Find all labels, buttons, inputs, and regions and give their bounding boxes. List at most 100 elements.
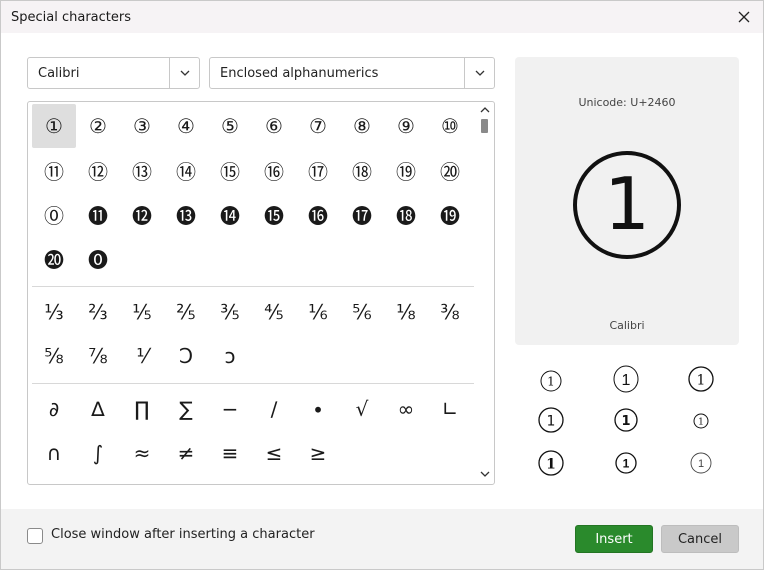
character-cell[interactable]: ∟ [428, 387, 472, 431]
variant-glyph[interactable]: 1 [531, 445, 571, 481]
character-cell[interactable]: ⑱ [340, 148, 384, 192]
character-cell[interactable]: Ↄ [164, 334, 208, 378]
variant-digit: 1 [698, 418, 704, 428]
character-cell[interactable]: ② [76, 104, 120, 148]
character-cell[interactable]: ⅔ [76, 290, 120, 334]
close-button[interactable] [731, 5, 757, 29]
character-cell[interactable]: ⅝ [32, 334, 76, 378]
block-select-value: Enclosed alphanumerics [220, 65, 379, 81]
character-cell[interactable]: ⑥ [252, 104, 296, 148]
character-cell[interactable]: ≈ [120, 431, 164, 475]
character-cell[interactable]: ⓿ [76, 236, 120, 280]
block-select-dropdown[interactable] [464, 58, 494, 88]
character-cell[interactable]: ⅖ [164, 290, 208, 334]
scrollbar-thumb[interactable] [481, 119, 488, 133]
character-cell[interactable]: ⓳ [428, 192, 472, 236]
character-cell[interactable]: ⅓ [32, 290, 76, 334]
scroll-down-icon[interactable] [480, 471, 490, 478]
variant-glyph[interactable]: 1 [681, 403, 721, 439]
character-cell[interactable]: ⓮ [208, 192, 252, 236]
character-cell[interactable]: ⑰ [296, 148, 340, 192]
font-select-dropdown[interactable] [169, 58, 199, 88]
circled-one-icon: 1 [614, 408, 638, 432]
character-cell[interactable]: ⅛ [384, 290, 428, 334]
character-cell[interactable]: ⑲ [384, 148, 428, 192]
character-cell[interactable]: ⓯ [252, 192, 296, 236]
close-after-insert-checkbox[interactable] [27, 528, 43, 544]
character-cell[interactable]: ∆ [76, 387, 120, 431]
character-cell[interactable]: ∏ [120, 387, 164, 431]
font-select[interactable]: Calibri [27, 57, 200, 89]
character-cell[interactable]: ⓲ [384, 192, 428, 236]
character-cell[interactable]: ⓬ [120, 192, 164, 236]
vertical-scrollbar[interactable] [476, 102, 494, 484]
variant-glyph[interactable]: 1 [606, 445, 646, 481]
character-cell[interactable]: ≤ [252, 431, 296, 475]
character-cell[interactable]: ⓪ [32, 192, 76, 236]
character-cell[interactable]: ⓭ [164, 192, 208, 236]
group-separator [32, 383, 474, 384]
character-cell[interactable]: ∩ [32, 431, 76, 475]
character-cell[interactable]: ⑯ [252, 148, 296, 192]
character-cell[interactable]: ⑪ [32, 148, 76, 192]
character-preview: Unicode: U+2460 1 Calibri [515, 57, 739, 345]
character-cell[interactable]: ⓰ [296, 192, 340, 236]
variant-digit: 1 [622, 372, 631, 389]
character-cell[interactable]: ⑳ [428, 148, 472, 192]
character-cell[interactable]: ≥ [296, 431, 340, 475]
character-cell[interactable]: ⑦ [296, 104, 340, 148]
font-select-value: Calibri [38, 65, 80, 81]
character-cell[interactable]: ⑩ [428, 104, 472, 148]
variant-glyph[interactable]: 1 [531, 363, 571, 399]
cancel-button[interactable]: Cancel [661, 525, 739, 553]
character-cell[interactable]: ∂ [32, 387, 76, 431]
character-cell[interactable]: ⅜ [428, 290, 472, 334]
character-cell[interactable]: ③ [120, 104, 164, 148]
close-after-insert-label: Close window after inserting a character [51, 527, 315, 542]
character-cell[interactable]: ⅘ [252, 290, 296, 334]
character-cell[interactable]: ④ [164, 104, 208, 148]
character-cell[interactable]: ≡ [208, 431, 252, 475]
character-cell[interactable]: ⅙ [296, 290, 340, 334]
character-cell[interactable]: ↄ [208, 334, 252, 378]
character-cell[interactable]: − [208, 387, 252, 431]
character-cell[interactable]: ⓫ [76, 192, 120, 236]
variant-glyph[interactable]: 1 [606, 402, 646, 438]
block-select[interactable]: Enclosed alphanumerics [209, 57, 495, 89]
character-cell[interactable]: ⅗ [208, 290, 252, 334]
insert-button[interactable]: Insert [575, 525, 653, 553]
circled-one-icon: 1 [540, 370, 562, 392]
variant-glyph[interactable]: 1 [681, 445, 721, 481]
character-cell[interactable]: ⑬ [120, 148, 164, 192]
scroll-up-icon[interactable] [480, 106, 490, 113]
character-cell[interactable]: √ [340, 387, 384, 431]
variant-digit: 1 [547, 414, 556, 430]
character-cell[interactable]: ≠ [164, 431, 208, 475]
character-cell[interactable]: ⓱ [340, 192, 384, 236]
window-title: Special characters [11, 9, 131, 25]
character-cell[interactable]: ⑮ [208, 148, 252, 192]
variant-glyph[interactable]: 1 [606, 361, 646, 397]
variant-digit: 1 [698, 458, 704, 470]
character-cell[interactable]: ⅚ [340, 290, 384, 334]
character-cell[interactable]: ⑨ [384, 104, 428, 148]
character-cell[interactable]: ⑭ [164, 148, 208, 192]
character-cell[interactable]: ⑫ [76, 148, 120, 192]
character-cell[interactable]: ⅕ [120, 290, 164, 334]
character-cell[interactable]: ⓴ [32, 236, 76, 280]
character-cell[interactable]: ∙ [296, 387, 340, 431]
character-cell[interactable]: ⑤ [208, 104, 252, 148]
character-cell[interactable]: ∫ [76, 431, 120, 475]
character-cell[interactable]: ∕ [252, 387, 296, 431]
character-cell[interactable]: ⑧ [340, 104, 384, 148]
character-cell[interactable]: ⅟ [120, 334, 164, 378]
variant-glyph[interactable]: 1 [531, 402, 571, 438]
character-cell[interactable]: ⅞ [76, 334, 120, 378]
circled-one-icon: 1 [688, 366, 714, 392]
variant-glyph[interactable]: 1 [681, 361, 721, 397]
character-cell[interactable]: ① [32, 104, 76, 148]
character-cell[interactable]: ∑ [164, 387, 208, 431]
dialog-footer: Close window after inserting a character… [1, 509, 763, 569]
character-cell[interactable]: ∞ [384, 387, 428, 431]
special-characters-dialog: Special characters Calibri Enclosed alph… [0, 0, 764, 570]
